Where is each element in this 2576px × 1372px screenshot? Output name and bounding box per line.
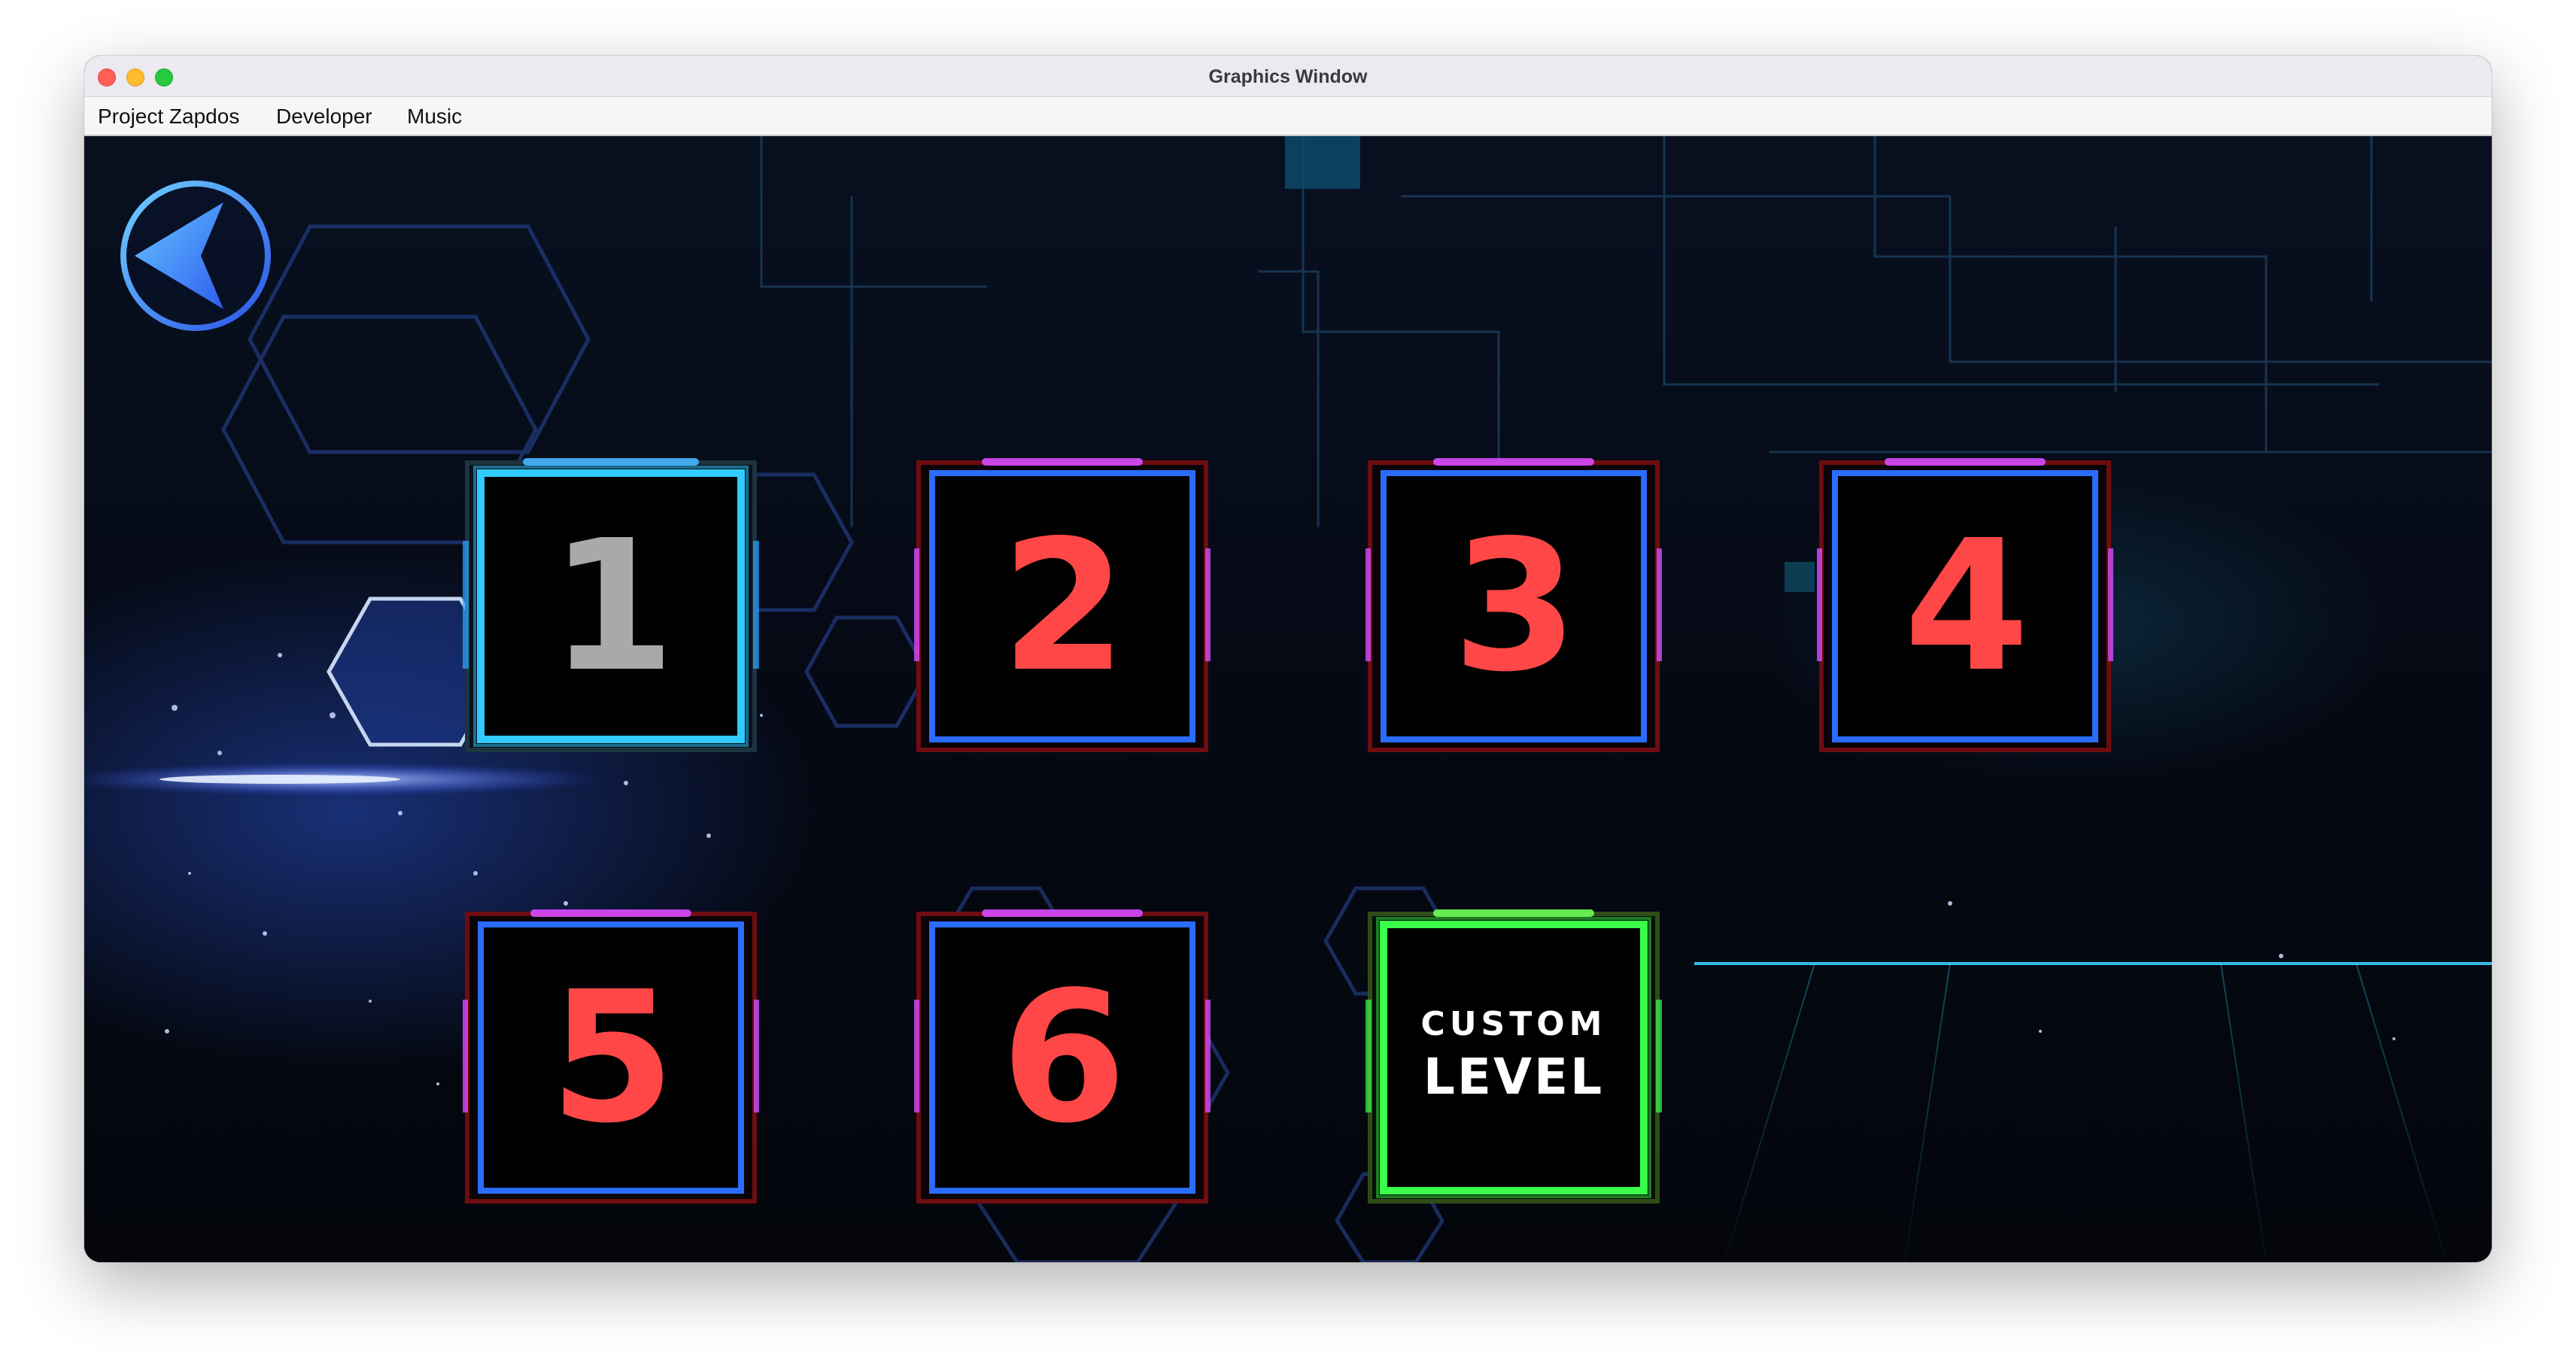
level-1-button[interactable]: 1 [463, 458, 759, 754]
level-3-button[interactable]: 3 [1365, 458, 1662, 754]
level-5-button[interactable]: 5 [463, 909, 759, 1206]
menu-developer[interactable]: Developer [276, 105, 372, 129]
level-5-label: 5 [549, 952, 676, 1163]
title-bar: Graphics Window [84, 56, 2492, 97]
custom-level-line1: CUSTOM [1420, 1005, 1607, 1043]
app-window: Graphics Window Project Zapdos Developer… [84, 56, 2492, 1262]
level-4-label: 4 [1903, 501, 2030, 712]
background-scene [84, 136, 2492, 1262]
back-arrow-icon [120, 181, 271, 331]
custom-level-label: CUSTOM LEVEL [1365, 909, 1662, 1206]
level-3-label: 3 [1452, 501, 1578, 712]
level-2-button[interactable]: 2 [914, 458, 1211, 754]
back-button[interactable] [118, 178, 273, 333]
level-6-button[interactable]: 6 [914, 909, 1211, 1206]
level-1-label: 1 [549, 501, 676, 712]
custom-level-line2: LEVEL [1423, 1048, 1605, 1106]
level-6-label: 6 [1001, 952, 1127, 1163]
menu-bar: Project Zapdos Developer Music [84, 97, 2492, 136]
custom-level-button[interactable]: CUSTOM LEVEL [1365, 909, 1662, 1206]
menu-music[interactable]: Music [407, 105, 462, 129]
level-2-label: 2 [1001, 501, 1127, 712]
level-4-button[interactable]: 4 [1817, 458, 2113, 754]
menu-project-zapdos[interactable]: Project Zapdos [98, 105, 239, 129]
window-title: Graphics Window [1208, 66, 1368, 87]
game-canvas: 1 2 3 4 5 6 CUSTOM LEVEL [84, 136, 2492, 1262]
